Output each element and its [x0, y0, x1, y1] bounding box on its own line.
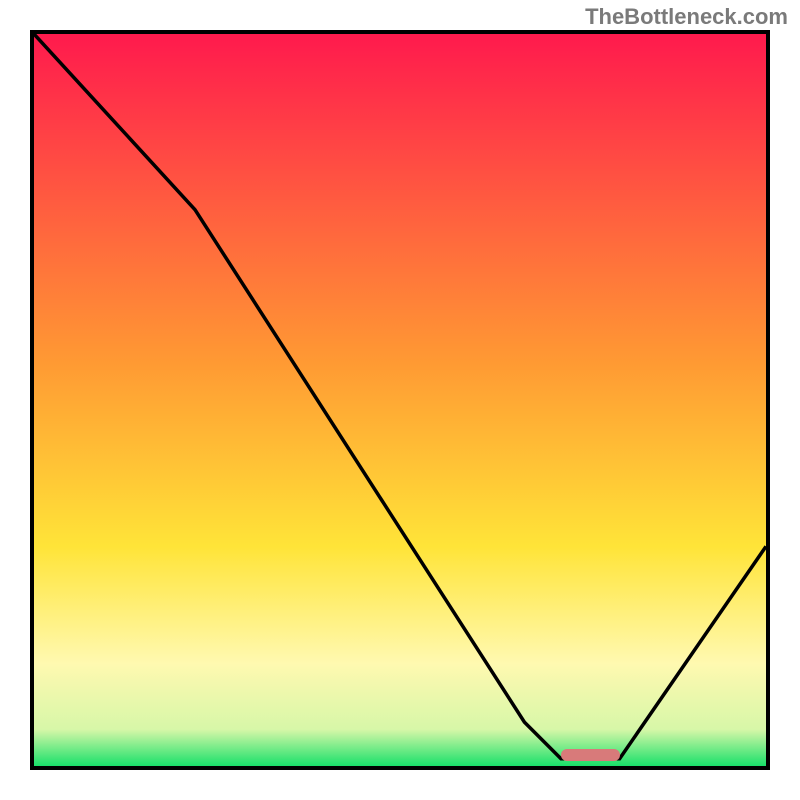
optimal-range-marker [561, 749, 620, 761]
watermark-text: TheBottleneck.com [585, 4, 788, 30]
bottleneck-curve [34, 34, 766, 766]
plot-area [30, 30, 770, 770]
chart-container: TheBottleneck.com [0, 0, 800, 800]
